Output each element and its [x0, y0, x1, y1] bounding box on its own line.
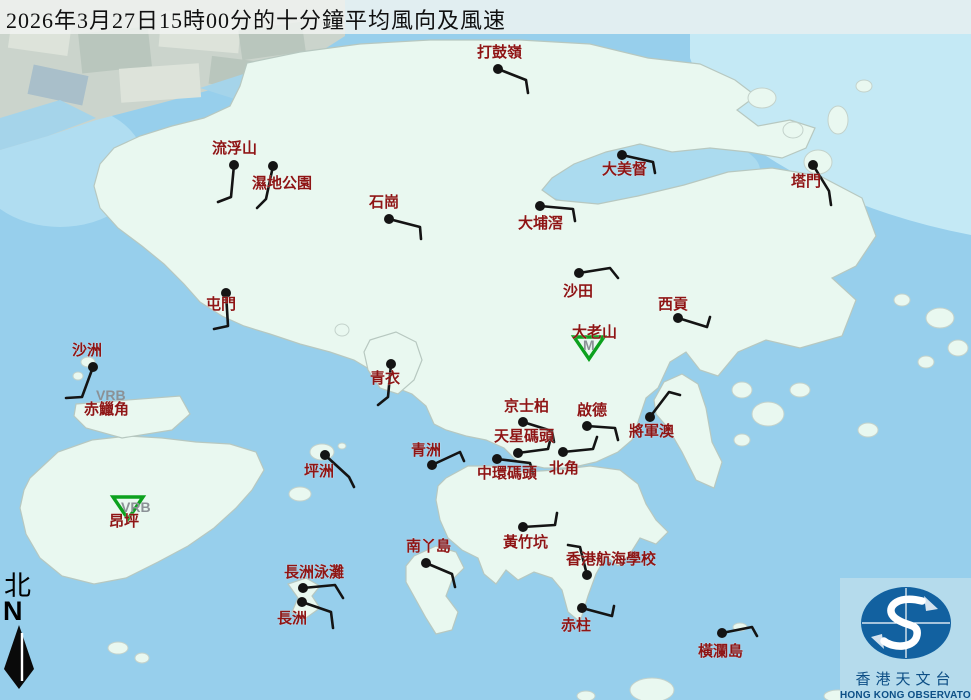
map-title: 2026年3月27日15時00分的十分鐘平均風向及風速 [6, 8, 507, 33]
station-dot [493, 64, 503, 74]
station-label: 大老山 [572, 323, 617, 341]
station-dot [518, 522, 528, 532]
station-label: 天星碼頭 [494, 428, 555, 445]
station-dot [320, 450, 330, 460]
station-dot [88, 362, 98, 372]
station-label: 石崗 [368, 193, 399, 211]
station-dot [513, 448, 523, 458]
station-label: 大美督 [602, 160, 647, 178]
station-dot [574, 268, 584, 278]
station-label: 青洲 [411, 441, 441, 459]
station-dot [582, 421, 592, 431]
station-label: 屯門 [206, 295, 236, 313]
station-label: 黃竹坑 [503, 533, 548, 551]
station-dot [617, 150, 627, 160]
station-label: 長洲 [277, 610, 307, 627]
station-dot [518, 417, 528, 427]
station-label: 流浮山 [212, 139, 257, 157]
station-dot [645, 412, 655, 422]
station-label: 京士柏 [504, 397, 549, 415]
station-dot [427, 460, 437, 470]
station-label: 赤鱲角 [84, 400, 129, 418]
station-label: 啟德 [577, 401, 607, 419]
station-label: 南丫島 [406, 537, 451, 555]
station-dot [673, 313, 683, 323]
station-dot [808, 160, 818, 170]
station-dot [229, 160, 239, 170]
station-label: 長洲泳灘 [284, 563, 344, 581]
station-label: 濕地公園 [252, 174, 312, 192]
hko-english-name: HONG KONG OBSERVATORY [840, 690, 971, 700]
station-label: 沙田 [563, 283, 593, 300]
north-arrow-icon [4, 625, 34, 689]
station-label: 北角 [549, 459, 579, 477]
station-label: 青衣 [370, 369, 400, 387]
station-label: 橫瀾島 [698, 642, 743, 660]
station-label: 沙洲 [72, 342, 102, 359]
hko-logo: 香港天文台 HONG KONG OBSERVATORY [840, 578, 971, 700]
station-label: 香港航海學校 [566, 550, 657, 568]
station-dot [268, 161, 278, 171]
north-letter-label: N [3, 596, 23, 626]
station-label: 大埔滘 [518, 214, 563, 232]
station-dot [577, 603, 587, 613]
wind-map-screen: 打鼓嶺流浮山濕地公園石崗大埔滘 大美督塔門沙田西貢 屯門沙洲青衣京士柏 啟德將軍澳 天星… [0, 0, 971, 700]
station-dot [717, 628, 727, 638]
hko-chinese-name: 香港天文台 [855, 672, 956, 688]
station-dot [297, 597, 307, 607]
station-label: 西貢 [658, 296, 688, 313]
station-dot [535, 201, 545, 211]
station-dot [582, 570, 592, 580]
station-label: 塔門 [791, 172, 821, 190]
station-dot [384, 214, 394, 224]
station-label: 將軍澳 [629, 422, 675, 440]
station-dot [298, 583, 308, 593]
station-label: 赤柱 [561, 616, 591, 634]
hko-emblem-icon [860, 587, 951, 659]
station-label: 打鼓嶺 [477, 43, 522, 61]
station-dot [492, 454, 502, 464]
station-dot [421, 558, 431, 568]
station-label: 坪洲 [304, 463, 334, 480]
station-dot [386, 359, 396, 369]
station-label: 中環碼頭 [477, 464, 538, 482]
station-dot [558, 447, 568, 457]
station-label: 昂坪 [109, 513, 139, 530]
north-compass: 北 N [2, 573, 46, 698]
hong-kong-wind-map: 打鼓嶺流浮山濕地公園石崗大埔滘 大美督塔門沙田西貢 屯門沙洲青衣京士柏 啟德將軍澳 天星… [0, 0, 971, 700]
